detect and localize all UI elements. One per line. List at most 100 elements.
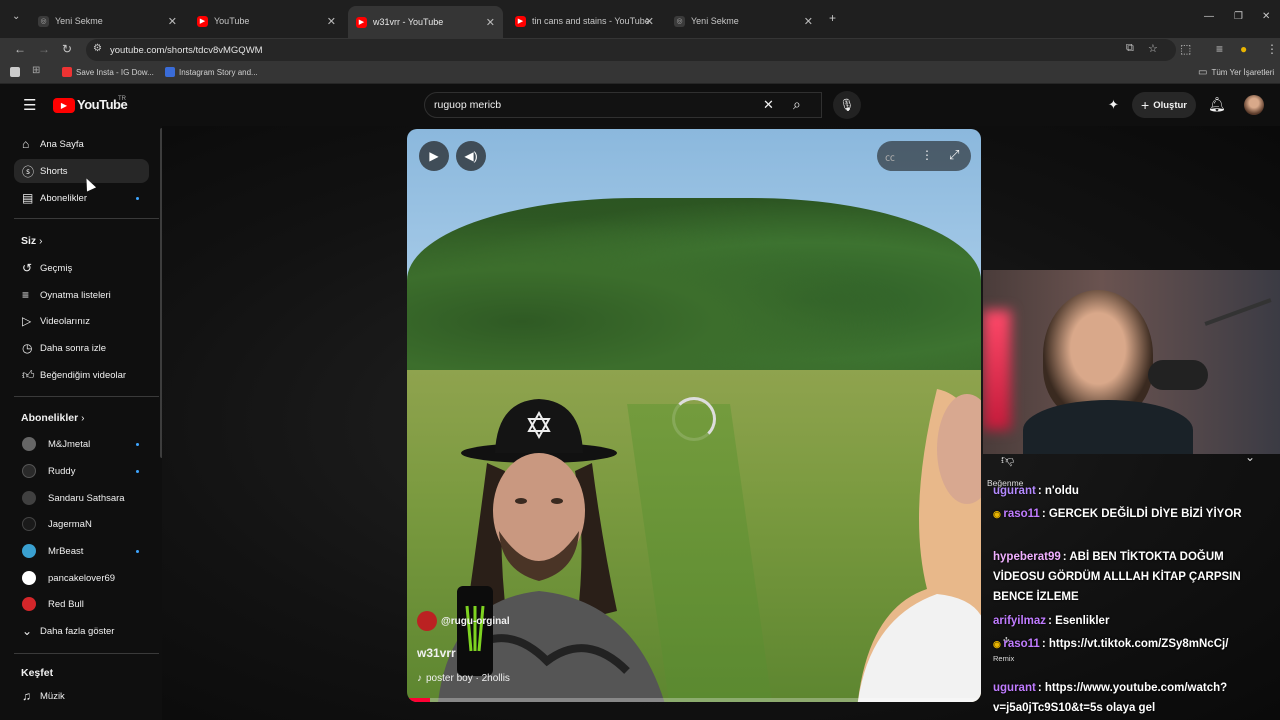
show-more-button[interactable]: ⌄ Daha fazla göster: [14, 619, 149, 643]
tab-0[interactable]: ◎ Yeni Sekme ✕: [30, 8, 185, 34]
youtube-logo-icon[interactable]: ▶: [53, 98, 75, 113]
avatar[interactable]: [1244, 95, 1264, 115]
all-bookmarks[interactable]: ▭ Tüm Yer İşaretleri: [1198, 67, 1274, 78]
profile-icon[interactable]: ●: [1240, 42, 1247, 56]
sidebar-channel-mrbeast[interactable]: MrBeast: [14, 539, 149, 563]
video-title: w31vrr: [417, 646, 456, 660]
streamer-shirt: [1023, 400, 1193, 454]
avatar: [22, 464, 36, 478]
sidebar-item-shorts[interactable]: ⓢ Shorts: [14, 159, 149, 183]
avatar: [22, 544, 36, 558]
sidebar-channel-jagerman[interactable]: JagermaN: [14, 512, 149, 536]
chat-message: ◉ raso11: https://vt.tiktok.com/ZSy8mNcC…: [993, 634, 1273, 654]
site-info-icon[interactable]: ⚙: [93, 43, 102, 54]
clear-search-icon[interactable]: ✕: [763, 97, 774, 113]
sidebar-channel-redbull[interactable]: Red Bull: [14, 592, 149, 616]
section-label: Siz: [21, 235, 37, 247]
close-icon[interactable]: ✕: [486, 16, 495, 29]
avatar: [22, 517, 36, 531]
more-options-icon[interactable]: ⋮: [921, 148, 933, 162]
avatar: [22, 491, 36, 505]
close-icon[interactable]: ✕: [327, 15, 336, 28]
notifications-bell-icon[interactable]: 🔔︎: [1208, 96, 1226, 113]
chat-text: : n'oldu: [1037, 485, 1079, 497]
chat-username: ugurant: [993, 485, 1036, 497]
sidebar-item-playlists[interactable]: ≡ Oynatma listeleri: [14, 283, 149, 307]
tab-3[interactable]: ▶ tin cans and stains - YouTube ✕: [507, 8, 662, 34]
sidebar-channel-mjmetal[interactable]: M&Jmetal: [14, 432, 149, 456]
sidebar-item-home[interactable]: ⌂ Ana Sayfa: [14, 132, 149, 156]
explore-section-title: Keşfet: [21, 667, 54, 679]
install-icon[interactable]: ⧉: [1126, 42, 1134, 55]
channel-avatar[interactable]: [417, 611, 437, 631]
new-content-dot: [136, 196, 139, 200]
sidebar-channel-sandaru[interactable]: Sandaru Sathsara: [14, 486, 149, 510]
bookmark-label: Save Insta - IG Dow...: [76, 67, 154, 77]
fullscreen-icon[interactable]: ⤢: [949, 147, 959, 163]
close-icon[interactable]: ✕: [645, 15, 654, 28]
chat-username: raso11: [1003, 638, 1040, 650]
sidebar-channel-pancakelover69[interactable]: pancakelover69: [14, 566, 149, 590]
bookmark-star-icon[interactable]: ☆: [1148, 42, 1158, 55]
video-progress-bar[interactable]: [407, 698, 981, 702]
sidebar-item-subscriptions[interactable]: ▤ Abonelikler: [14, 186, 149, 210]
window-close-icon[interactable]: ✕: [1262, 11, 1270, 22]
tab-1[interactable]: ▶ YouTube ✕: [189, 8, 344, 34]
avatar: [22, 437, 36, 451]
you-section-title[interactable]: Siz ›: [21, 235, 42, 247]
extensions-icon[interactable]: ⬚: [1180, 42, 1191, 56]
captions-icon[interactable]: ㏄: [885, 149, 895, 164]
bookmark-instagram-story[interactable]: Instagram Story and...: [165, 67, 258, 77]
media-icon[interactable]: ≡: [1216, 42, 1223, 56]
tab-search-icon[interactable]: ⌄: [12, 11, 20, 22]
badge-icon: ◉: [993, 639, 1004, 649]
chat-message: ugurant: https://www.youtube.com/watch?v…: [993, 678, 1273, 718]
subscriptions-section-title[interactable]: Abonelikler ›: [21, 412, 84, 424]
reload-icon[interactable]: ↻: [62, 42, 72, 56]
play-button[interactable]: ▶: [419, 141, 449, 171]
section-label: Abonelikler: [21, 412, 79, 424]
sidebar-item-label: Abonelikler: [40, 192, 87, 204]
back-icon[interactable]: ←: [14, 42, 26, 56]
apps-icon[interactable]: [10, 67, 20, 77]
youtube-icon: ▶: [515, 15, 526, 27]
search-input[interactable]: ruguop mericb: [434, 99, 501, 111]
sidebar-item-label: Shorts: [40, 165, 68, 177]
bookmark-save-insta[interactable]: Save Insta - IG Dow...: [62, 67, 154, 77]
sidebar-item-liked-videos[interactable]: 👍︎ Beğendiğim videolar: [14, 363, 149, 387]
scroll-down-icon[interactable]: ⌄: [1245, 450, 1255, 464]
close-icon[interactable]: ✕: [168, 15, 177, 28]
chat-icon[interactable]: ✦: [1108, 97, 1119, 113]
sidebar-item-watch-later[interactable]: ◷ Daha sonra izle: [14, 336, 149, 360]
mute-button[interactable]: ◀): [456, 141, 486, 171]
microphone: [1148, 360, 1208, 390]
sidebar-item-your-videos[interactable]: ▷ Videolarınız: [14, 309, 149, 333]
chat-username: arifyilmaz: [993, 615, 1047, 627]
url-field[interactable]: ⚙ youtube.com/shorts/tdcv8vMGQWM ⧉ ☆: [86, 39, 1176, 61]
shorts-video-player[interactable]: ▶ ◀) ㏄ ⋮ ⤢ @rugu-orginal w31vrr ♪ poster…: [407, 129, 981, 702]
tab-title: w31vrr - YouTube: [373, 17, 444, 27]
search-icon[interactable]: ⌕: [793, 96, 801, 113]
channel-handle[interactable]: @rugu-orginal: [441, 616, 510, 627]
create-button[interactable]: + Oluştur: [1132, 92, 1196, 118]
logo-region: TR: [118, 96, 126, 102]
sound-row[interactable]: ♪ poster boy · 2hollis: [417, 673, 510, 684]
forward-icon[interactable]: →: [38, 42, 50, 56]
channel-row[interactable]: @rugu-orginal: [417, 611, 510, 631]
dislike-icon[interactable]: 👎︎: [1001, 452, 1014, 468]
new-tab-icon[interactable]: +: [829, 11, 836, 25]
restore-icon[interactable]: ❐: [1234, 11, 1243, 22]
sidebar-channel-ruddy[interactable]: Ruddy: [14, 459, 149, 483]
sidebar-item-history[interactable]: ↺ Geçmiş: [14, 256, 149, 280]
hamburger-menu-icon[interactable]: ☰: [23, 96, 36, 114]
grid-icon[interactable]: ⊞: [32, 65, 40, 76]
minimize-icon[interactable]: —: [1204, 11, 1214, 22]
tab-4[interactable]: ◎ Yeni Sekme ✕: [666, 8, 821, 34]
voice-search-icon[interactable]: 🎙: [833, 91, 861, 119]
clock-icon: ◷: [22, 341, 33, 355]
sidebar-item-music[interactable]: ♫ Müzik: [14, 684, 149, 708]
search-box[interactable]: ruguop mericb ✕: [424, 92, 822, 118]
menu-icon[interactable]: ⋮: [1266, 42, 1278, 56]
close-icon[interactable]: ✕: [804, 15, 813, 28]
tab-2[interactable]: ▶ w31vrr - YouTube ✕: [348, 6, 503, 38]
